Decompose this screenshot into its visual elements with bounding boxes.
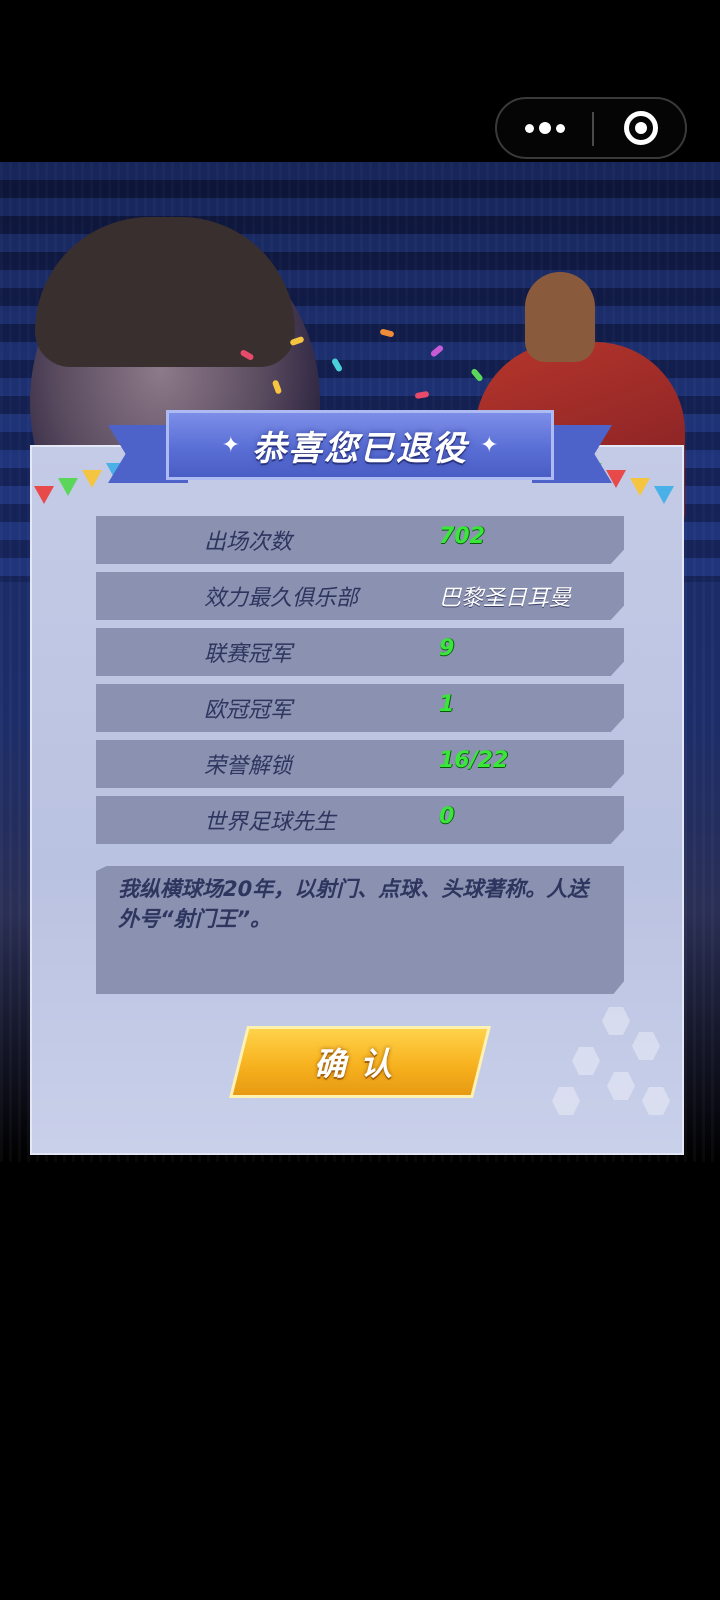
hex-decoration [632,1032,660,1060]
stat-label: 效力最久俱乐部 [204,586,359,611]
stat-row-longest-club: 效力最久俱乐部 巴黎圣日耳曼 [96,572,624,620]
hex-decoration [552,1087,580,1115]
career-description: 我纵横球场20年，以射门、点球、头球著称。人送外号“射门王”。 [118,877,589,931]
player-head-illustration [525,272,595,362]
stat-row-league-titles: 联赛冠军 9 [96,628,624,676]
stat-value: 巴黎圣日耳曼 [439,586,572,611]
target-circle-icon[interactable] [624,111,658,145]
hex-decoration [602,1007,630,1035]
hex-decoration [607,1072,635,1100]
capsule-divider [592,112,594,146]
title-ribbon: ✦ 恭喜您已退役 ✦ [166,410,554,480]
stat-row-ballon-dor: 世界足球先生 0 [96,796,624,844]
stat-label: 出场次数 [204,530,293,555]
bottom-fade [0,1162,720,1322]
career-description-box: 我纵横球场20年，以射门、点球、头球著称。人送外号“射门王”。 [96,866,624,994]
confirm-button-label: 确认 [313,1045,406,1083]
stat-value: 1 [439,692,455,717]
hex-decoration [642,1087,670,1115]
stat-row-ucl-titles: 欧冠冠军 1 [96,684,624,732]
stat-label: 荣誉解锁 [204,754,293,779]
miniprogram-capsule [495,97,687,159]
stat-label: 联赛冠军 [204,642,293,667]
stat-value: 702 [439,524,485,549]
more-dots-icon[interactable] [525,99,583,157]
hex-decoration [572,1047,600,1075]
stat-label: 世界足球先生 [204,810,337,835]
stat-label: 欧冠冠军 [204,698,293,723]
confirm-button[interactable]: 确认 [229,1026,491,1098]
sparkle-icon: ✦ [221,432,240,458]
dialog-title: 恭喜您已退役 [252,428,468,469]
stat-row-appearances: 出场次数 702 [96,516,624,564]
sparkle-icon: ✦ [480,432,499,458]
stat-value: 0 [439,804,455,829]
stat-value: 16/22 [439,748,509,773]
stat-row-honors-unlocked: 荣誉解锁 16/22 [96,740,624,788]
stat-value: 9 [439,636,455,661]
